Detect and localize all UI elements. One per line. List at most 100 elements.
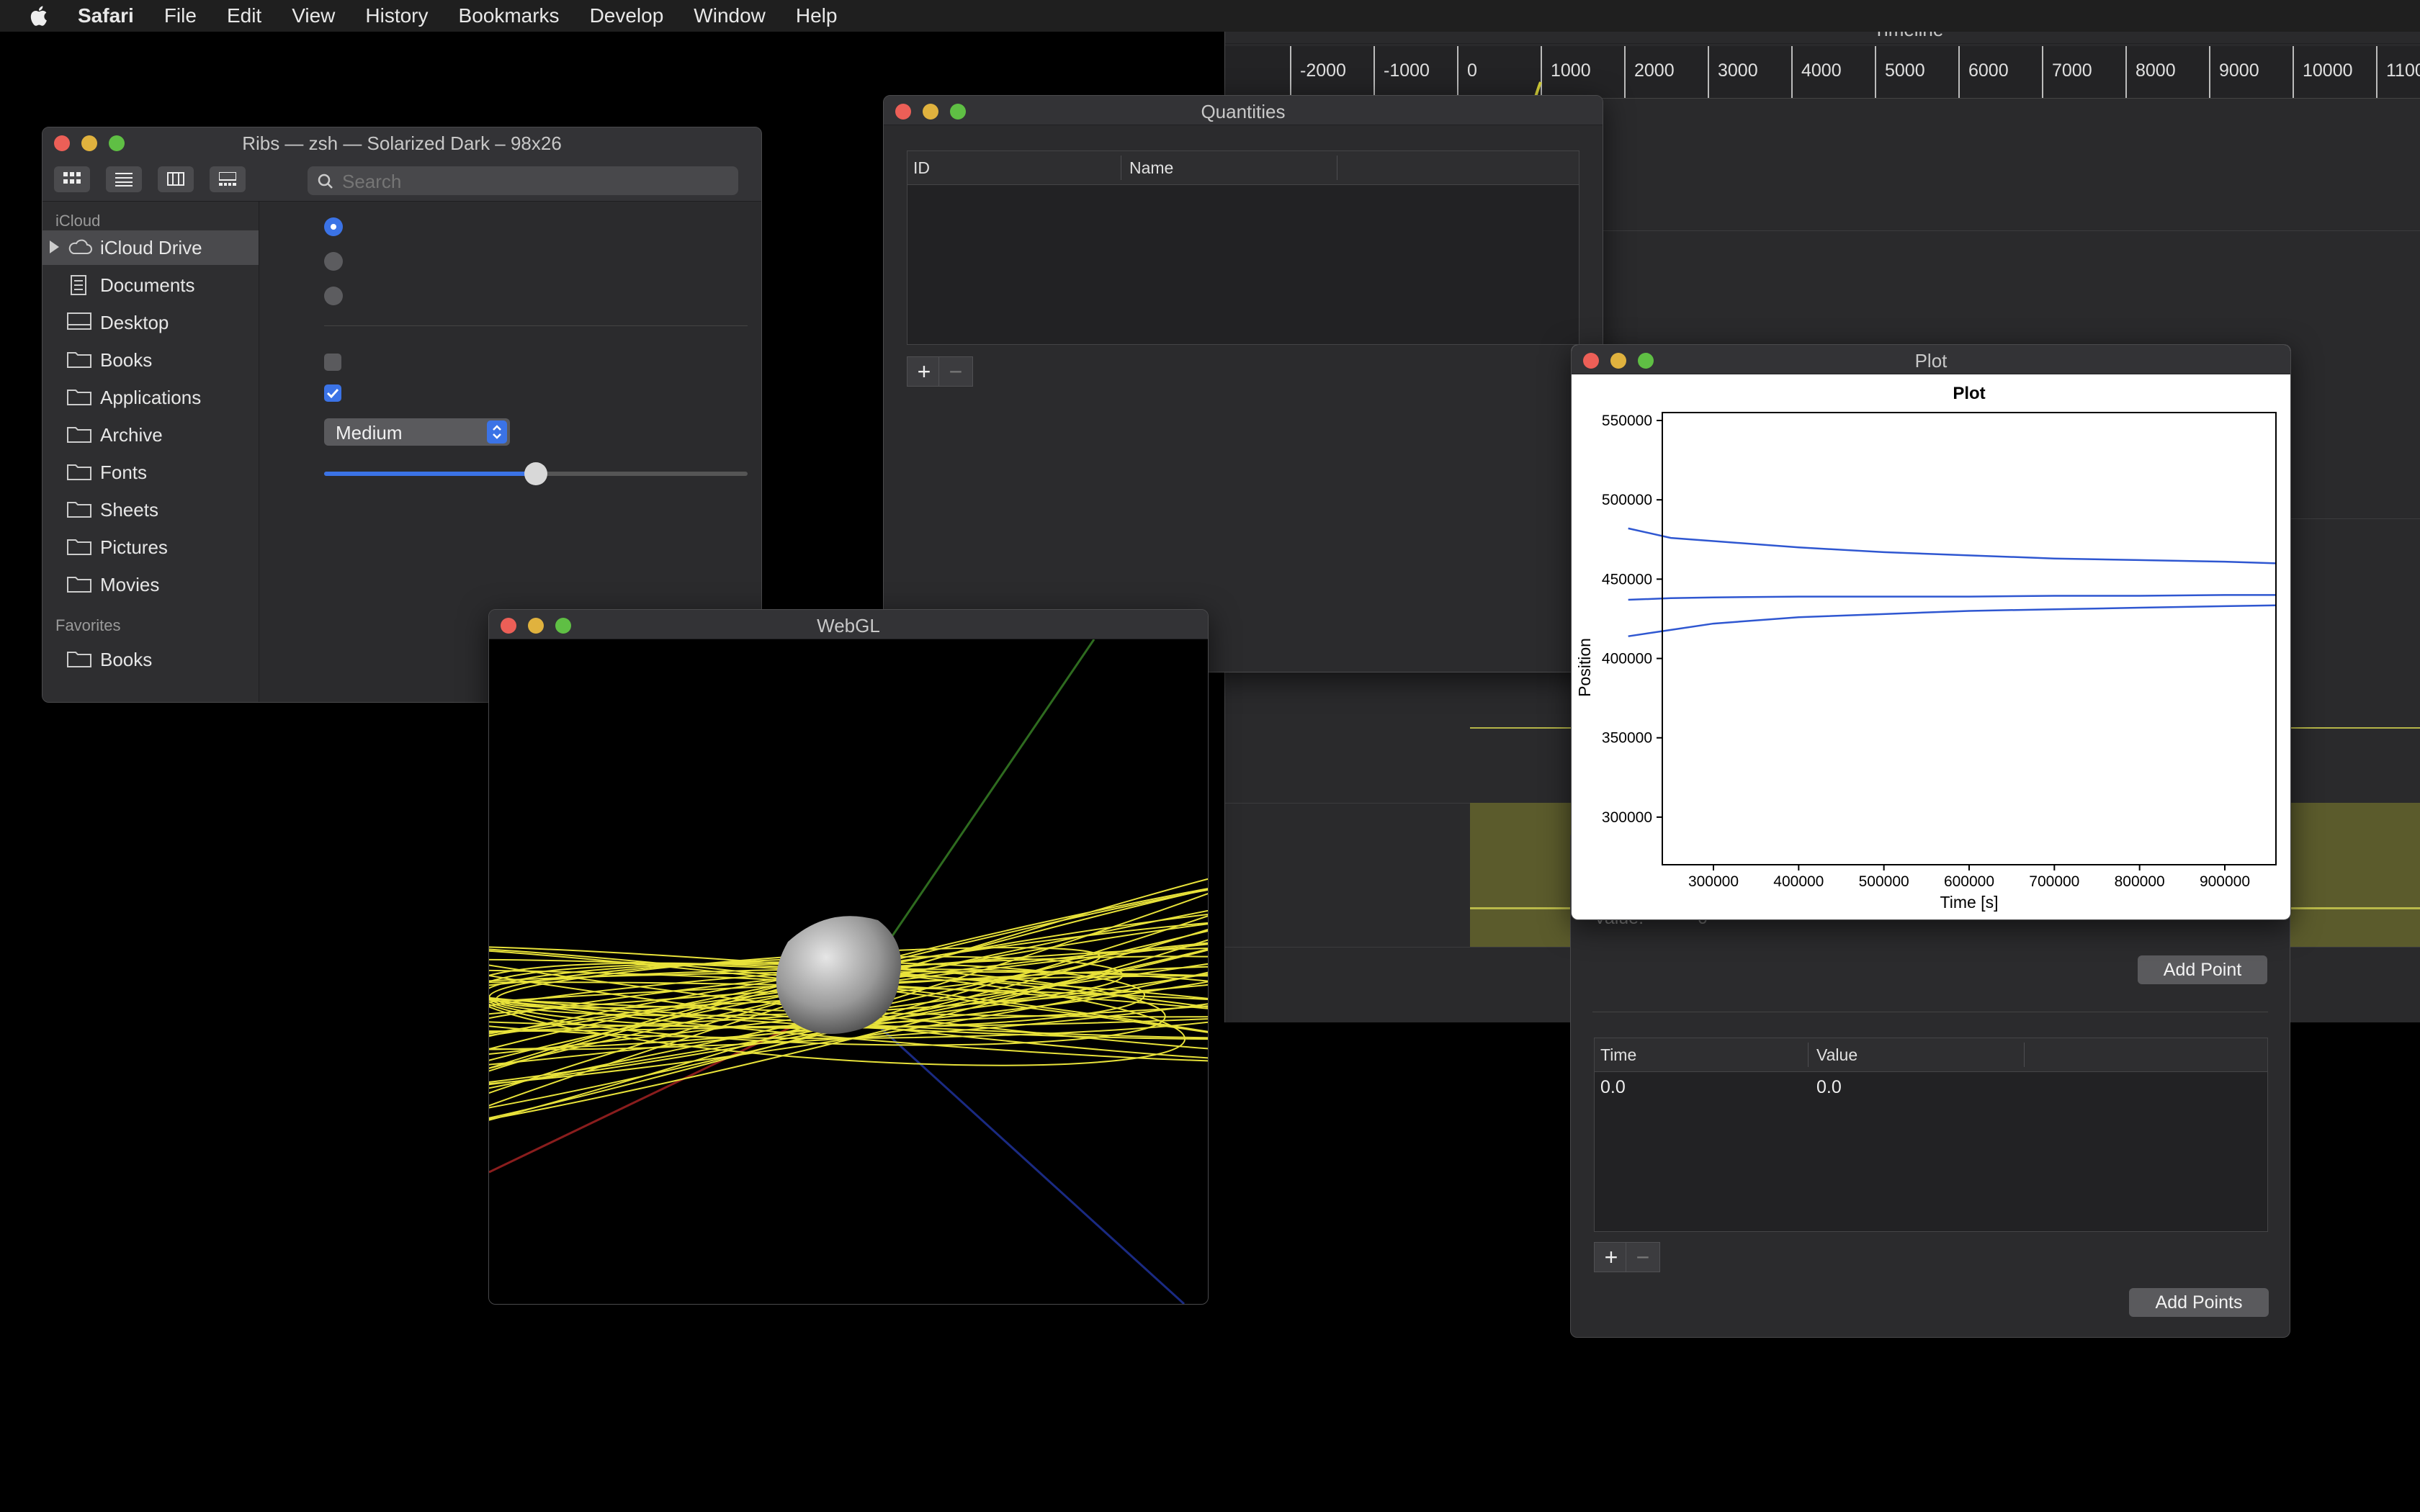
search-field[interactable] [308,166,738,195]
window-title: WebGL [817,615,880,636]
menu-window[interactable]: Window [694,4,766,27]
ruler-tick-label: 8000 [2136,60,2176,81]
column-view-button[interactable] [158,166,194,192]
table-row[interactable]: 0.0 0.0 [1595,1073,2267,1103]
sidebar-item-sheets[interactable]: Sheets [42,492,259,527]
y-tick-label: 350000 [1602,730,1652,747]
slider[interactable] [324,458,748,490]
ruler-tick: 0 [1457,46,1477,98]
sidebar-item-label: Fonts [100,462,148,483]
ruler-tick-label: 6000 [1968,60,2009,81]
list-view-button[interactable] [106,166,142,192]
gallery-icon [219,172,236,186]
remove-row-button[interactable]: − [1626,1242,1660,1272]
cloud-icon [68,239,92,254]
radio-option-3[interactable] [324,287,343,305]
folder-icon [67,427,91,443]
ruler-tick: 8000 [2125,46,2176,98]
ruler-tick: 4000 [1791,46,1842,98]
menu-file[interactable]: File [164,4,197,27]
menu-view[interactable]: View [292,4,335,27]
y-tick-label: 500000 [1602,492,1652,508]
menu-help[interactable]: Help [796,4,838,27]
y-tick-label: 400000 [1602,651,1652,667]
sidebar-item-fonts[interactable]: Fonts [42,455,259,490]
ruler-tick: 3000 [1708,46,1758,98]
column-header-value[interactable]: Value [1816,1045,1857,1065]
remove-quantity-button[interactable]: − [938,356,973,387]
sidebar-item-icloud-drive[interactable]: iCloud Drive [42,230,259,265]
add-points-button[interactable]: Add Points [2129,1288,2269,1317]
sidebar-item-desktop[interactable]: Desktop [42,305,259,340]
x-tick-label: 500000 [1859,873,1909,890]
search-icon [318,174,333,189]
radio-option-2[interactable] [324,252,343,271]
sidebar-item-archive[interactable]: Archive [42,418,259,452]
add-point-button[interactable]: Add Point [2138,955,2267,984]
column-divider[interactable] [2024,1043,2025,1067]
column-divider[interactable] [1808,1043,1809,1067]
x-tick-label: 300000 [1688,873,1739,890]
search-input[interactable] [341,169,718,194]
icon-view-button[interactable] [54,166,90,192]
sidebar-item-applications[interactable]: Applications [42,380,259,415]
add-quantity-button[interactable]: + [907,356,941,387]
disclosure-triangle-icon[interactable] [50,240,59,253]
series-line [1628,527,2277,564]
sidebar-item-movies[interactable]: Movies [42,567,259,602]
desktop-icon [67,312,91,330]
sidebar-item-documents[interactable]: Documents [42,268,259,302]
webgl-canvas[interactable] [489,639,1208,1304]
column-header-id[interactable]: ID [913,158,930,178]
timeline-ruler[interactable]: -2000 -1000 0 1000 2000 3000 4000 5000 6000 7000 8… [1225,46,2420,99]
x-tick-label: 700000 [2029,873,2079,890]
x-tick-label: 900000 [2200,873,2250,890]
sidebar-item-favorites-books[interactable]: Books [42,642,259,677]
gallery-view-button[interactable] [210,166,246,192]
sidebar-item-pictures[interactable]: Pictures [42,530,259,564]
menu-app-safari[interactable]: Safari [78,4,134,27]
sidebar-item-books[interactable]: Books [42,343,259,377]
size-select[interactable]: Medium [324,418,510,446]
minus-icon: − [1636,1244,1650,1270]
points-table[interactable]: Time Value 0.0 0.0 [1594,1038,2268,1232]
menu-history[interactable]: History [365,4,428,27]
column-header-name[interactable]: Name [1129,158,1173,178]
series-line [1628,594,2276,601]
menu-bookmarks[interactable]: Bookmarks [459,4,560,27]
checkbox-1[interactable] [324,354,341,371]
add-row-button[interactable]: + [1594,1242,1628,1272]
column-header-time[interactable]: Time [1600,1045,1636,1065]
ruler-tick-label: 1100 [2386,60,2420,81]
table-header: Time Value [1595,1038,2267,1072]
quantities-table[interactable]: ID Name [907,150,1579,345]
cell-time: 0.0 [1600,1077,1626,1097]
menu-edit[interactable]: Edit [227,4,261,27]
ruler-tick: 6000 [1958,46,2009,98]
folder-icon [67,652,91,667]
radio-option-1[interactable] [324,217,343,236]
ruler-tick-label: 3000 [1718,60,1758,81]
checkbox-2[interactable] [324,384,341,402]
finder-titlebar: Ribs — zsh — Solarized Dark – 98x26 [42,127,761,157]
slider-fill [324,472,536,476]
ruler-tick: -2000 [1290,46,1346,98]
checkmark-icon [326,388,339,399]
window-title: Ribs — zsh — Solarized Dark – 98x26 [242,132,562,154]
ruler-tick-label: 7000 [2052,60,2092,81]
ruler-tick: 7000 [2042,46,2092,98]
slider-knob[interactable] [524,462,547,485]
menu-develop[interactable]: Develop [590,4,664,27]
plus-icon: + [917,359,931,384]
sidebar-header-icloud: iCloud [55,212,101,230]
ruler-tick: 10000 [2293,46,2353,98]
x-axis-label: Time [s] [1940,893,1999,912]
ruler-tick-label: -1000 [1384,60,1430,81]
apple-icon[interactable] [27,4,52,28]
3d-scene [489,639,1208,1304]
folder-icon [67,352,91,368]
y-tick-label: 300000 [1602,809,1652,826]
plot-chart[interactable]: Plot 300000 400000 500000 600000 700000 800000… [1572,374,2290,919]
ruler-tick: -1000 [1373,46,1430,98]
finder-toolbar [42,156,761,202]
